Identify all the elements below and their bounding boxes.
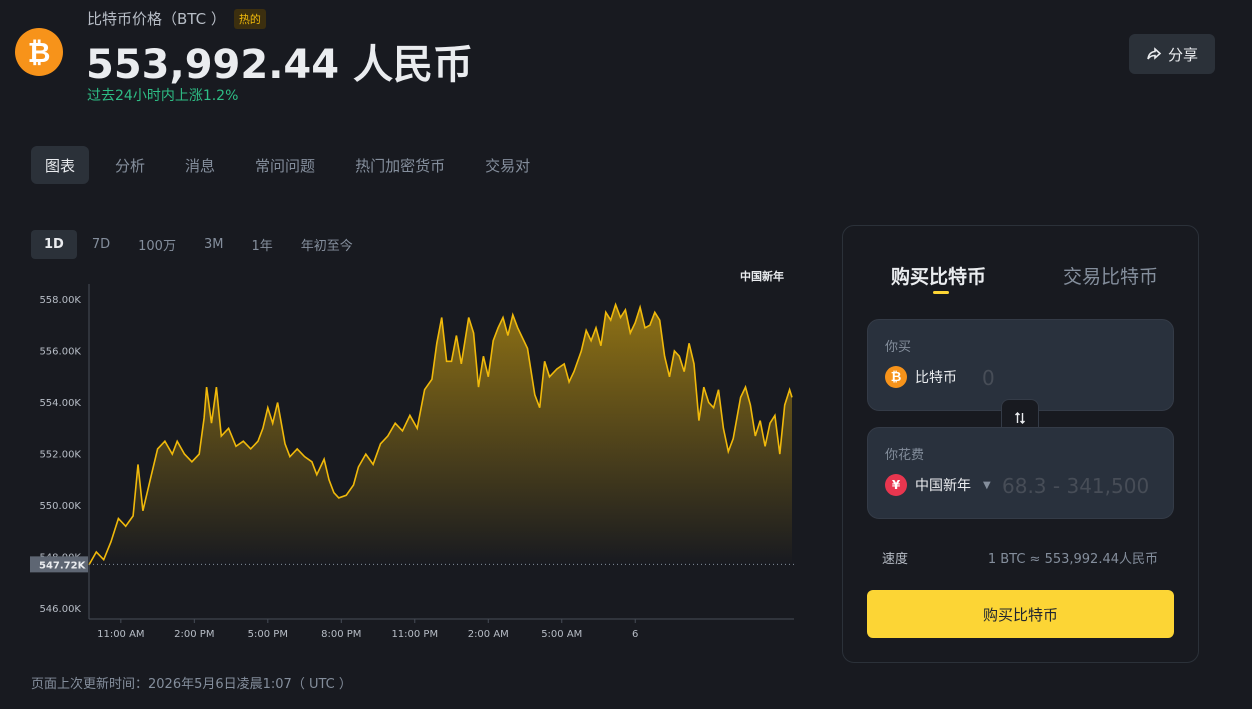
- y-tick-label: 554.00K: [39, 398, 81, 409]
- x-tick-label: 6: [632, 629, 638, 640]
- hot-badge: 热的: [233, 8, 266, 29]
- rate-value: 1 BTC ≈ 553,992.44人民币: [987, 552, 1158, 567]
- last-updated: 页面上次更新时间：2026年5月6日凌晨1:07（ UTC ）: [31, 677, 352, 692]
- y-tick-label: 556.00K: [39, 347, 81, 358]
- buy-amount-box[interactable]: 你买 ₿ 比特币 0: [867, 319, 1174, 411]
- bitcoin-logo-icon: ₿: [15, 28, 63, 76]
- tab-buy-btc[interactable]: 购买比特币: [891, 262, 986, 289]
- rate-label: 速度: [882, 552, 909, 567]
- range-ytd[interactable]: 年初至今: [288, 230, 366, 259]
- y-tick-label: 558.00K: [39, 295, 81, 306]
- x-tick-label: 2:00 AM: [468, 629, 509, 640]
- range-1m[interactable]: 100万: [125, 230, 189, 259]
- price-chart[interactable]: 558.00K556.00K554.00K552.00K550.00K548.0…: [30, 262, 800, 647]
- bitcoin-icon: ₿: [885, 366, 907, 388]
- swap-arrows-icon: [1015, 412, 1025, 424]
- active-tab-indicator: [933, 291, 949, 294]
- share-icon: [1147, 47, 1162, 60]
- spend-currency-name: 中国新年: [915, 478, 971, 494]
- range-3m[interactable]: 3M: [191, 230, 237, 259]
- x-tick-label: 11:00 PM: [391, 629, 438, 640]
- tab-trading-pairs[interactable]: 交易对: [471, 146, 544, 184]
- price-change: 过去24小时内上涨1.2%: [87, 88, 239, 104]
- y-tick-label: 550.00K: [39, 501, 81, 512]
- tab-trade-btc[interactable]: 交易比特币: [1063, 262, 1158, 289]
- coin-title: 比特币价格（BTC ） 热的: [87, 8, 266, 29]
- tab-faq[interactable]: 常问问题: [241, 146, 329, 184]
- tab-chart[interactable]: 图表: [31, 146, 90, 184]
- buy-coin-name: 比特币: [915, 370, 957, 386]
- range-1d[interactable]: 1D: [31, 230, 77, 259]
- share-label: 分享: [1167, 45, 1198, 64]
- spend-currency-selector[interactable]: ¥ 中国新年 ▼: [885, 474, 991, 496]
- y-tick-label: 546.00K: [39, 604, 81, 615]
- y-tick-label: 552.00K: [39, 450, 81, 461]
- buy-amount-input[interactable]: 0: [982, 366, 1152, 390]
- spend-amount-box[interactable]: 你花费 ¥ 中国新年 ▼ 68.3 - 341,500: [867, 427, 1174, 519]
- trade-panel: 购买比特币 交易比特币 你买 ₿ 比特币 0 你花费 ¥ 中国新年 ▼ 68.3…: [842, 225, 1199, 663]
- coin-name: 比特币价格（BTC ）: [87, 10, 226, 28]
- cny-currency-icon: ¥: [885, 474, 907, 496]
- share-button[interactable]: 分享: [1129, 34, 1215, 74]
- buy-bitcoin-button[interactable]: 购买比特币: [867, 590, 1174, 638]
- tab-analysis[interactable]: 分析: [101, 146, 159, 184]
- spend-amount-input[interactable]: 68.3 - 341,500: [1002, 474, 1158, 498]
- x-tick-label: 5:00 AM: [541, 629, 582, 640]
- chart-legend: 中国新年: [740, 269, 784, 283]
- x-tick-label: 11:00 AM: [97, 629, 144, 640]
- tab-news[interactable]: 消息: [171, 146, 229, 184]
- range-1y[interactable]: 1年: [238, 230, 285, 259]
- chart-area: [89, 304, 792, 565]
- x-tick-label: 5:00 PM: [248, 629, 288, 640]
- x-tick-label: 2:00 PM: [174, 629, 214, 640]
- price-value: 553,992.44 人民币: [86, 42, 473, 88]
- range-7d[interactable]: 7D: [79, 230, 123, 259]
- time-range-selector: 1D 7D 100万 3M 1年 年初至今: [31, 230, 368, 259]
- tab-popular-crypto[interactable]: 热门加密货币: [341, 146, 459, 184]
- price-chart-svg: 558.00K556.00K554.00K552.00K550.00K548.0…: [30, 269, 794, 640]
- caret-down-icon: ▼: [983, 479, 991, 491]
- x-tick-label: 8:00 PM: [321, 629, 361, 640]
- open-price-label: 547.72K: [39, 560, 87, 571]
- section-tabs: 图表 分析 消息 常问问题 热门加密货币 交易对: [31, 146, 556, 184]
- spend-label: 你花费: [885, 448, 925, 463]
- buy-coin-selector[interactable]: ₿ 比特币: [885, 366, 957, 388]
- buy-label: 你买: [885, 340, 912, 355]
